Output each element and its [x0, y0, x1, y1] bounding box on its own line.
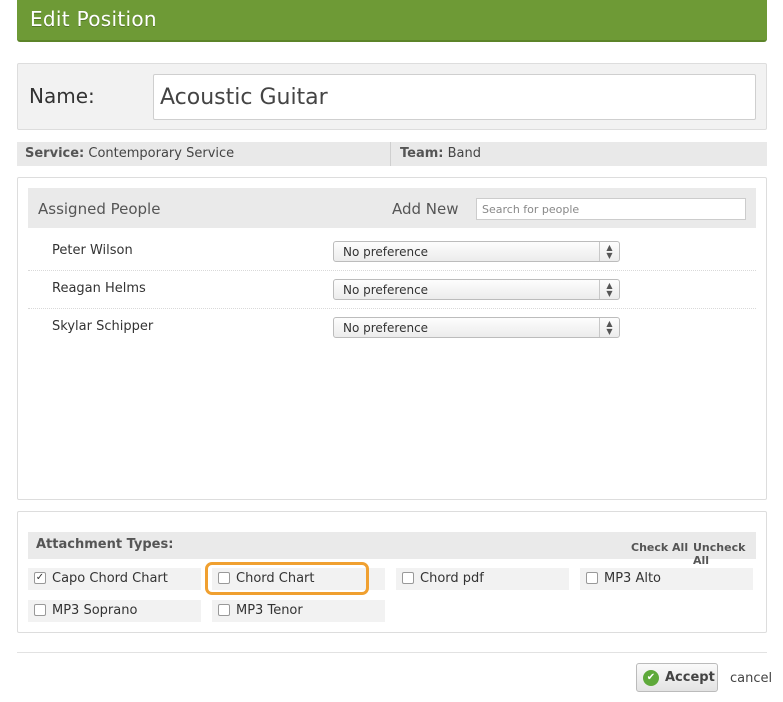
- position-name-input[interactable]: [153, 74, 756, 120]
- cancel-link[interactable]: cancel: [730, 671, 772, 686]
- service-value: Contemporary Service: [88, 146, 235, 161]
- select-arrows-icon: ▲ ▼: [599, 280, 619, 299]
- dialog-header: Edit Position: [17, 0, 767, 42]
- dialog-title: Edit Position: [30, 7, 157, 31]
- attachment-label: MP3 Soprano: [52, 603, 138, 618]
- preference-select[interactable]: No preference ▲ ▼: [333, 279, 620, 300]
- person-name: Reagan Helms: [52, 281, 146, 296]
- checkbox[interactable]: [218, 572, 230, 584]
- preference-value: No preference: [343, 321, 429, 335]
- team-value: Band: [447, 146, 482, 161]
- attachment-types-header: Attachment Types: Check All Uncheck All: [28, 532, 756, 567]
- assigned-people-label: Assigned People: [38, 200, 161, 218]
- preference-value: No preference: [343, 245, 429, 259]
- service-team-bar: Service: Contemporary Service Team: Band: [17, 142, 767, 166]
- name-label: Name:: [29, 84, 95, 108]
- uncheck-all-link[interactable]: Uncheck All: [693, 541, 756, 567]
- search-people-input[interactable]: [476, 198, 746, 220]
- select-arrows-icon: ▲ ▼: [599, 318, 619, 337]
- preference-select[interactable]: No preference ▲ ▼: [333, 317, 620, 338]
- checkbox[interactable]: [218, 604, 230, 616]
- person-row: Peter Wilson No preference ▲ ▼: [28, 233, 756, 271]
- footer-divider: [17, 652, 767, 653]
- check-all-link[interactable]: Check All: [631, 541, 688, 554]
- attachment-label: MP3 Tenor: [236, 603, 303, 618]
- preference-value: No preference: [343, 283, 429, 297]
- service-label: Service:: [25, 146, 85, 161]
- attachment-label: Chord pdf: [420, 571, 484, 586]
- attachment-option-mp3-soprano[interactable]: MP3 Soprano: [28, 600, 201, 622]
- attachment-types-title: Attachment Types:: [36, 537, 174, 552]
- attachment-option-mp3-tenor[interactable]: MP3 Tenor: [212, 600, 385, 622]
- attachment-label: Capo Chord Chart: [52, 571, 168, 586]
- accept-button[interactable]: ✔ Accept: [636, 663, 718, 692]
- select-arrows-icon: ▲ ▼: [599, 242, 619, 261]
- person-name: Skylar Schipper: [52, 319, 154, 334]
- assigned-people-panel: Assigned People Add New Peter Wilson No …: [17, 177, 767, 500]
- person-row: Reagan Helms No preference ▲ ▼: [28, 271, 756, 309]
- checkbox[interactable]: ✓: [34, 572, 46, 584]
- checkbox[interactable]: [586, 572, 598, 584]
- checkbox[interactable]: [34, 604, 46, 616]
- checkbox[interactable]: [402, 572, 414, 584]
- team-info: Team: Band: [400, 146, 481, 161]
- meta-divider: [390, 142, 391, 166]
- attachment-types-panel: Attachment Types: Check All Uncheck All …: [17, 511, 767, 633]
- service-info: Service: Contemporary Service: [25, 146, 234, 161]
- attachment-option-mp3-alto[interactable]: MP3 Alto: [580, 568, 753, 590]
- checkmark-icon: ✔: [643, 670, 659, 686]
- team-label: Team:: [400, 146, 444, 161]
- attachment-label: MP3 Alto: [604, 571, 662, 586]
- person-name: Peter Wilson: [52, 243, 133, 258]
- preference-select[interactable]: No preference ▲ ▼: [333, 241, 620, 262]
- add-new-label: Add New: [392, 200, 459, 218]
- attachment-option-chord-chart[interactable]: Chord Chart: [212, 568, 385, 590]
- attachment-label: Chord Chart: [236, 571, 315, 586]
- name-section: Name:: [17, 63, 767, 130]
- assigned-people-header: Assigned People Add New: [28, 188, 756, 228]
- accept-label: Accept: [665, 670, 715, 685]
- attachment-option-capo-chord-chart[interactable]: ✓ Capo Chord Chart: [28, 568, 201, 590]
- attachment-option-chord-pdf[interactable]: Chord pdf: [396, 568, 569, 590]
- person-row: Skylar Schipper No preference ▲ ▼: [28, 309, 756, 347]
